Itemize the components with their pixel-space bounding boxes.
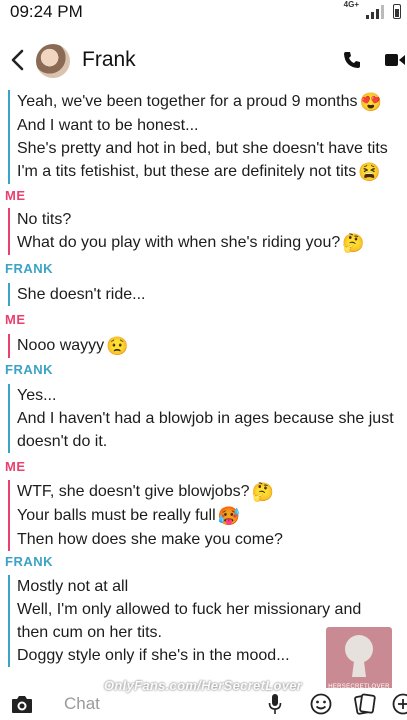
message-line: Yeah, we've been together for a proud 9 …: [17, 92, 382, 112]
message-line: Mostly not at all: [17, 578, 129, 595]
message-group-me: No tits? What do you play with when she'…: [8, 208, 365, 255]
status-time: 09:24 PM: [10, 2, 83, 21]
thinking-face-emoji-icon: 🤔: [342, 233, 365, 253]
smiley-icon[interactable]: [310, 693, 332, 715]
watermark-logo: HERSECRETLOVER: [326, 627, 392, 693]
message-line: Doggy style only if she's in the mood...: [17, 647, 290, 664]
phone-icon[interactable]: [342, 50, 362, 70]
message-line: No tits?: [17, 211, 72, 228]
video-camera-icon[interactable]: [384, 52, 406, 68]
sender-label-me: ME: [5, 188, 26, 203]
contact-name[interactable]: Frank: [82, 48, 136, 72]
sender-label-frank: FRANK: [5, 554, 53, 569]
chat-transcript: Yeah, we've been together for a proud 9 …: [0, 84, 407, 688]
battery-icon: [393, 4, 401, 19]
message-line: She doesn't ride...: [17, 286, 146, 303]
message-line: And I haven't had a blowjob in ages beca…: [17, 410, 394, 427]
message-line: Well, I'm only allowed to fuck her missi…: [17, 601, 362, 618]
plus-icon[interactable]: [392, 693, 407, 715]
heart-eyes-emoji-icon: 😍: [359, 92, 382, 112]
message-line: Then how does she make you come?: [17, 531, 283, 548]
message-group-me: Nooo wayyy 😟: [8, 334, 129, 358]
hot-face-emoji-icon: 🥵: [217, 506, 241, 526]
message-line: And I want to be honest...: [17, 117, 199, 134]
message-line: What do you play with when she's riding …: [17, 233, 365, 253]
message-line: Your balls must be really full 🥵: [17, 506, 241, 526]
message-line: Yes...: [17, 387, 57, 404]
message-group-frank: Mostly not at all Well, I'm only allowed…: [8, 575, 361, 667]
signal-icon: [366, 5, 384, 19]
thinking-face-emoji-icon: 🤔: [251, 482, 274, 502]
avatar[interactable]: [36, 44, 70, 78]
message-line: then cum on her tits.: [17, 624, 162, 641]
sender-label-me: ME: [5, 312, 26, 327]
status-bar: 09:24 PM 4G+: [0, 0, 407, 24]
sender-label-frank: FRANK: [5, 362, 53, 377]
watermark-text: OnlyFans.com/HerSecretLover: [104, 678, 303, 693]
message-line: She's pretty and hot in bed, but she doe…: [17, 140, 388, 157]
chat-header: Frank: [0, 36, 407, 84]
tired-face-emoji-icon: 😫: [358, 162, 381, 182]
sticker-icon[interactable]: [354, 693, 376, 715]
message-line: I'm a tits fetishist, but these are defi…: [17, 162, 381, 182]
worried-face-emoji-icon: 😟: [106, 336, 129, 356]
chat-input[interactable]: [48, 692, 248, 716]
microphone-icon[interactable]: [268, 693, 282, 715]
message-group-frank: She doesn't ride...: [8, 283, 145, 306]
sender-label-frank: FRANK: [5, 261, 53, 276]
message-line: Nooo wayyy 😟: [17, 336, 129, 356]
message-group-frank: Yes... And I haven't had a blowjob in ag…: [8, 384, 394, 453]
sender-label-me: ME: [5, 459, 26, 474]
message-line: doesn't do it.: [17, 433, 108, 450]
message-group-me: WTF, she doesn't give blowjobs? 🤔 Your ba…: [8, 480, 283, 551]
chevron-left-icon[interactable]: [6, 46, 30, 74]
message-group-frank: Yeah, we've been together for a proud 9 …: [8, 90, 388, 184]
camera-icon[interactable]: [10, 693, 34, 715]
message-line: WTF, she doesn't give blowjobs? 🤔: [17, 482, 274, 502]
network-type: 4G+: [343, 0, 359, 9]
